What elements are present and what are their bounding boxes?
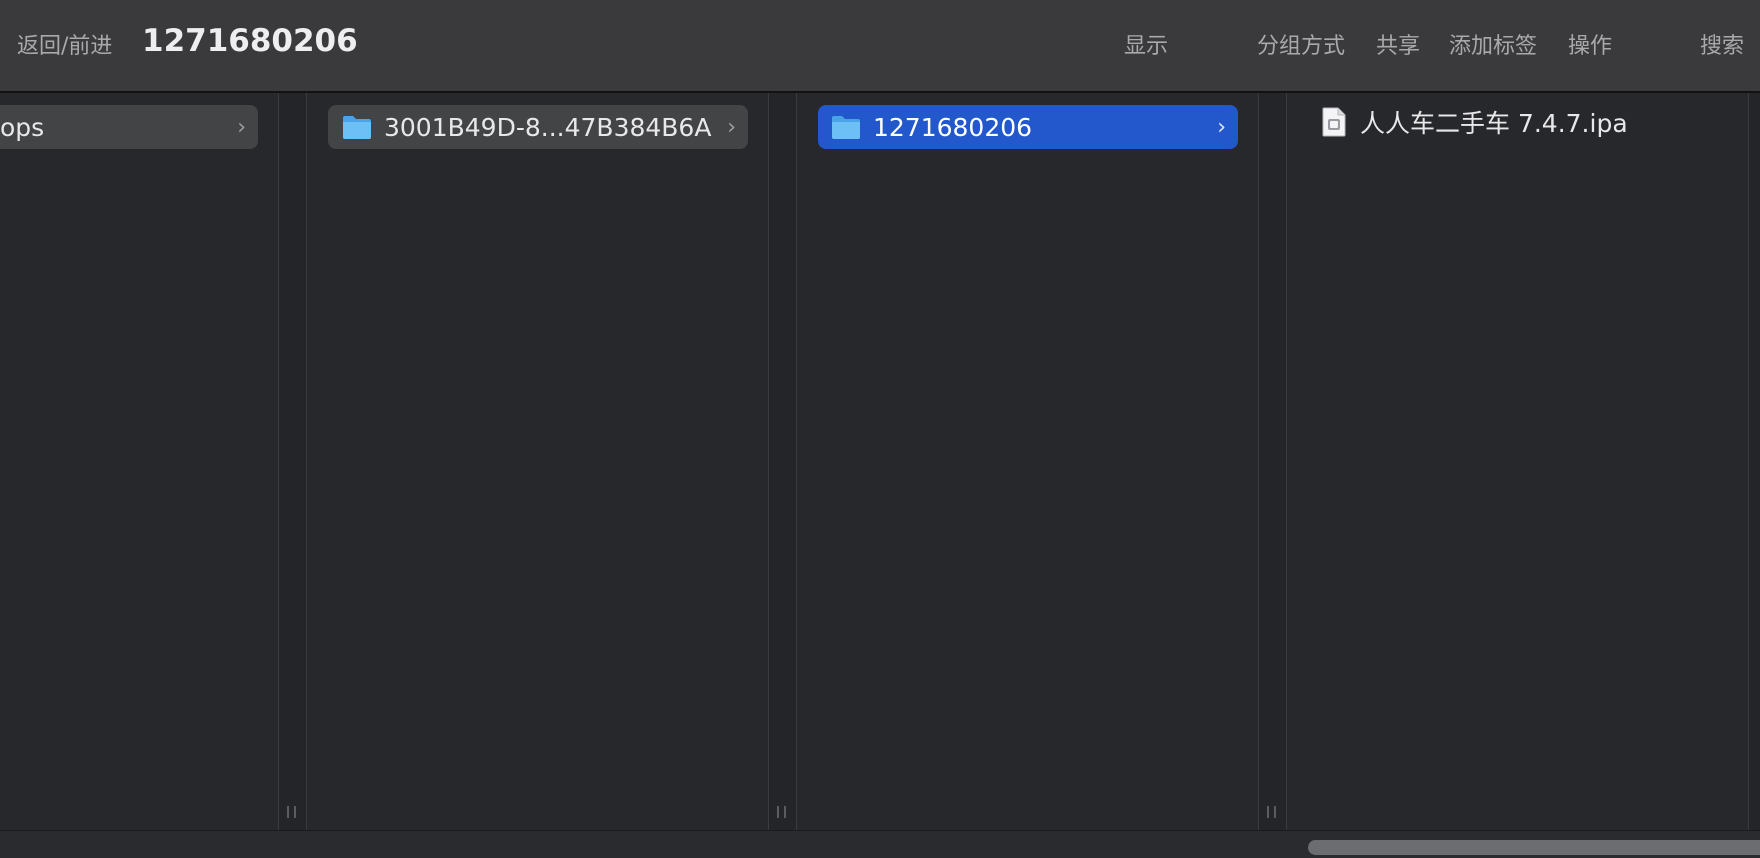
- chevron-right-icon: ›: [1217, 115, 1226, 140]
- folder-icon: [832, 116, 860, 139]
- column-resize-handle-4[interactable]: [1749, 93, 1760, 830]
- ipa-file-icon: [1322, 107, 1346, 137]
- column-1-item-label: ops: [0, 112, 45, 142]
- back-forward-buttons[interactable]: 返回/前进: [17, 28, 112, 60]
- column-1-item[interactable]: ops ›: [0, 105, 258, 149]
- horizontal-scrollbar[interactable]: [0, 830, 1760, 858]
- column-divider: [768, 93, 769, 830]
- grip-icon: [287, 806, 296, 818]
- column-divider: [1258, 93, 1259, 830]
- column-3-item-label: 1271680206: [873, 112, 1033, 142]
- file-item-label: 人人车二手车 7.4.7.ipa: [1360, 109, 1628, 138]
- folder-icon: [343, 116, 371, 139]
- column-divider: [278, 93, 279, 830]
- share-button[interactable]: 共享: [1376, 28, 1420, 60]
- window-title: 1271680206: [142, 23, 358, 59]
- file-item[interactable]: 人人车二手车 7.4.7.ipa: [1322, 105, 1628, 139]
- back-forward-label[interactable]: 返回/前进: [17, 34, 112, 59]
- chevron-right-icon: ›: [237, 115, 246, 140]
- grip-icon: [1267, 806, 1276, 818]
- view-button[interactable]: 显示: [1124, 28, 1168, 60]
- column-resize-handle-2[interactable]: [768, 93, 796, 830]
- column-view: ops › 3001B49D-8...47B384B6A › 127168020…: [0, 93, 1760, 830]
- column-divider: [796, 93, 797, 830]
- toolbar: 返回/前进 1271680206 显示 分组方式 共享 添加标签 操作 搜索: [0, 0, 1760, 93]
- column-divider: [1286, 93, 1287, 830]
- grip-icon: [777, 806, 786, 818]
- column-resize-handle-1[interactable]: [278, 93, 306, 830]
- finder-window: 返回/前进 1271680206 显示 分组方式 共享 添加标签 操作 搜索 o…: [0, 0, 1760, 858]
- group-by-button[interactable]: 分组方式: [1257, 28, 1345, 60]
- column-2-item[interactable]: 3001B49D-8...47B384B6A ›: [328, 105, 748, 149]
- column-divider: [306, 93, 307, 830]
- column-2-item-label: 3001B49D-8...47B384B6A: [384, 112, 712, 142]
- column-resize-handle-3[interactable]: [1258, 93, 1286, 830]
- add-tags-button[interactable]: 添加标签: [1449, 28, 1537, 60]
- column-3-item-selected[interactable]: 1271680206 ›: [818, 105, 1238, 149]
- chevron-right-icon: ›: [727, 115, 736, 140]
- action-button[interactable]: 操作: [1568, 28, 1612, 60]
- search-button[interactable]: 搜索: [1700, 28, 1744, 60]
- scrollbar-thumb[interactable]: [1308, 840, 1760, 855]
